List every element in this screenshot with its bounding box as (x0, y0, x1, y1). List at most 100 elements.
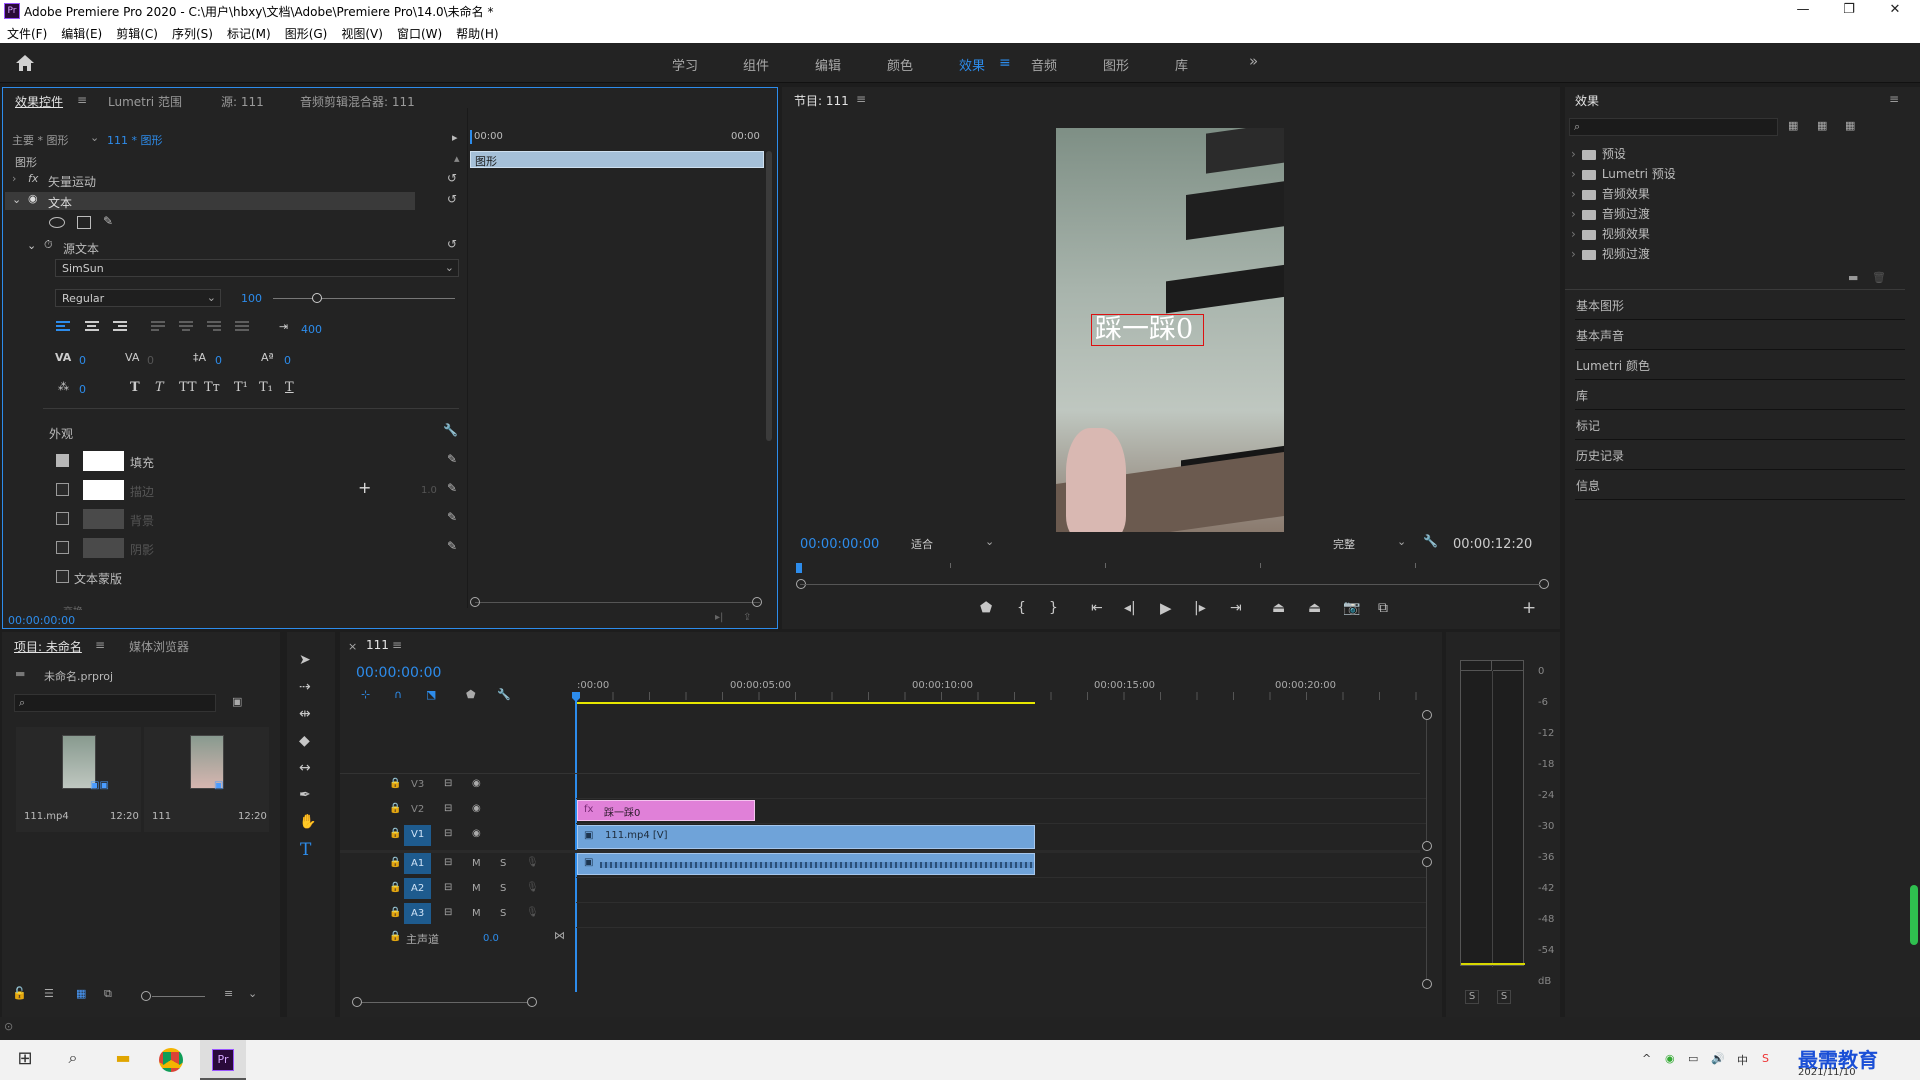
thumbnail-zoom-slider[interactable] (152, 996, 205, 997)
sort-icon[interactable]: ≡ (224, 987, 233, 1000)
menu-graphics[interactable]: 图形(G) (278, 22, 335, 42)
faux-bold-button[interactable]: T (130, 380, 140, 395)
playhead-handle[interactable] (572, 692, 580, 702)
tab-audio-clip-mixer[interactable]: 音频剪辑混合器: 111 (300, 93, 415, 110)
project-panel-menu-icon[interactable]: ≡ (95, 638, 105, 652)
small-caps-button[interactable]: Tт (204, 380, 220, 395)
video-scroll-top-handle[interactable] (1422, 710, 1432, 720)
effects-panel-title[interactable]: 效果 (1575, 92, 1599, 109)
audio-vertical-scrollbar[interactable] (1426, 867, 1427, 979)
menu-edit[interactable]: 编辑(E) (54, 22, 109, 42)
menu-markers[interactable]: 标记(M) (220, 22, 278, 42)
menu-help[interactable]: 帮助(H) (449, 22, 505, 42)
timeline-horizontal-scrollbar[interactable] (362, 1002, 527, 1003)
v1-sync-lock-icon[interactable]: ⊟ (444, 828, 452, 839)
export-frame-icon[interactable]: 📷 (1343, 600, 1360, 616)
solo-right-button[interactable]: S (1497, 990, 1511, 1004)
panel-menu-icon[interactable]: ≡ (77, 93, 87, 107)
audio-scroll-top-handle[interactable] (1422, 857, 1432, 867)
ec-vertical-scrollbar[interactable] (766, 151, 772, 441)
fill-checkbox[interactable] (56, 454, 69, 467)
add-stroke-icon[interactable]: + (358, 478, 371, 497)
a3-label[interactable]: A3 (411, 908, 424, 919)
graphic-clip[interactable]: fx 踩一踩0 (577, 800, 755, 821)
yuv-effects-icon[interactable]: ▦ (1845, 119, 1855, 132)
background-eyedropper-icon[interactable]: ✎ (447, 510, 457, 524)
tab-lumetri-scopes[interactable]: Lumetri 范围 (108, 93, 182, 110)
delete-icon[interactable]: 🗑 (1872, 271, 1886, 284)
program-panel-menu-icon[interactable]: ≡ (856, 92, 866, 106)
button-editor-icon[interactable]: + (1522, 598, 1536, 618)
go-to-in-icon[interactable]: ⇤ (1091, 600, 1103, 616)
v3-sync-lock-icon[interactable]: ⊟ (444, 778, 452, 789)
video-clip[interactable]: ▣ 111.mp4 [V] (577, 825, 1035, 849)
kerning-value[interactable]: 0 (79, 354, 86, 367)
workspace-tab-editing[interactable]: 编辑 (815, 55, 841, 74)
maximize-button[interactable]: ❐ (1826, 0, 1872, 22)
ec-playhead[interactable] (470, 130, 472, 144)
linked-selection-icon[interactable]: ⬔ (426, 688, 436, 701)
stopwatch-icon[interactable]: ⏱ (44, 238, 53, 252)
tab-width-icon[interactable]: ⇥ (279, 320, 288, 333)
video-text-overlay[interactable]: 踩一踩0 (1091, 314, 1204, 346)
tab-effect-controls[interactable]: 效果控件 (15, 93, 63, 110)
v1-eye-icon[interactable]: ◉ (472, 828, 481, 839)
panel-splitter[interactable] (467, 108, 468, 608)
section-markers[interactable]: 标记 (1575, 410, 1905, 440)
menu-sequence[interactable]: 序列(S) (165, 22, 220, 42)
a3-lock-icon[interactable]: 🔒 (389, 907, 401, 918)
lift-icon[interactable]: ⏏ (1272, 600, 1285, 616)
ec-zoom-right-handle[interactable] (752, 597, 762, 607)
timeline-zoom-right-handle[interactable] (527, 997, 537, 1007)
razor-tool-icon[interactable]: ◆ (299, 733, 310, 749)
master-go-to-end-icon[interactable]: ⋈ (554, 929, 565, 942)
align-center-icon[interactable] (85, 321, 99, 333)
tray-volume-icon[interactable]: 🔊 (1711, 1052, 1725, 1065)
program-time-ruler[interactable] (800, 563, 1540, 573)
menu-view[interactable]: 视图(V) (334, 22, 390, 42)
a3-mute-icon[interactable]: M (472, 908, 481, 919)
timeline-tab[interactable]: 111 (366, 638, 389, 652)
workspace-tab-color[interactable]: 颜色 (887, 55, 913, 74)
step-forward-icon[interactable]: |▸ (1194, 600, 1206, 616)
lock-icon[interactable]: 🔓 (12, 986, 27, 1000)
effects-item-video-effects[interactable]: › 视频效果 (1571, 225, 1650, 242)
fill-color-swatch[interactable] (83, 451, 124, 471)
baseline-shift-value[interactable]: 0 (284, 354, 291, 367)
menu-file[interactable]: 文件(F) (0, 22, 54, 42)
quality-dropdown[interactable]: 完整 ⌄ (1329, 534, 1409, 552)
subscript-button[interactable]: T₁ (259, 380, 273, 395)
superscript-button[interactable]: T¹ (234, 380, 248, 395)
play-clip-icon[interactable]: ▸ (452, 131, 458, 144)
program-playhead[interactable] (796, 563, 802, 573)
tray-security-icon[interactable]: ◉ (1665, 1052, 1675, 1065)
close-button[interactable]: ✕ (1872, 0, 1918, 22)
export-icon[interactable]: ⇪ (743, 612, 751, 623)
v1-label[interactable]: V1 (411, 829, 424, 840)
thumbnail-zoom-knob[interactable] (141, 991, 151, 1001)
timeline-panel-menu-icon[interactable]: ≡ (392, 638, 402, 652)
timeline-settings-icon[interactable]: 🔧 (497, 688, 511, 701)
new-search-bin-icon[interactable]: ▣ (232, 695, 242, 708)
effects-item-audio-transitions[interactable]: › 音频过渡 (1571, 205, 1650, 222)
ripple-edit-tool-icon[interactable]: ⇹ (299, 706, 311, 722)
go-to-out-icon[interactable]: ⇥ (1230, 600, 1242, 616)
a2-record-icon[interactable]: 🎙 (526, 882, 539, 893)
a1-solo-icon[interactable]: S (500, 858, 506, 869)
program-monitor-title[interactable]: 节目: 111 (794, 92, 849, 109)
sort-dropdown-icon[interactable]: ⌄ (248, 987, 257, 1000)
pen-mask-icon[interactable]: ✎ (103, 214, 113, 228)
solo-left-button[interactable]: S (1465, 990, 1479, 1004)
program-settings-icon[interactable]: 🔧 (1423, 534, 1438, 548)
timeline-zoom-left-handle[interactable] (352, 997, 362, 1007)
ec-timecode[interactable]: 00:00:00:00 (8, 614, 75, 627)
track-select-tool-icon[interactable]: ⇢ (299, 679, 311, 695)
effects-item-presets[interactable]: › 预设 (1571, 145, 1626, 162)
step-back-icon[interactable]: ◂| (1124, 600, 1136, 616)
accelerated-effects-icon[interactable]: ▦ (1788, 119, 1798, 132)
justify-last-left-icon[interactable] (151, 321, 165, 333)
font-family-dropdown[interactable]: SimSun ⌄ (55, 259, 459, 277)
effects-item-lumetri-presets[interactable]: › Lumetri 预设 (1571, 165, 1676, 182)
section-info[interactable]: 信息 (1575, 470, 1905, 500)
ec-zoom-left-handle[interactable] (470, 597, 480, 607)
